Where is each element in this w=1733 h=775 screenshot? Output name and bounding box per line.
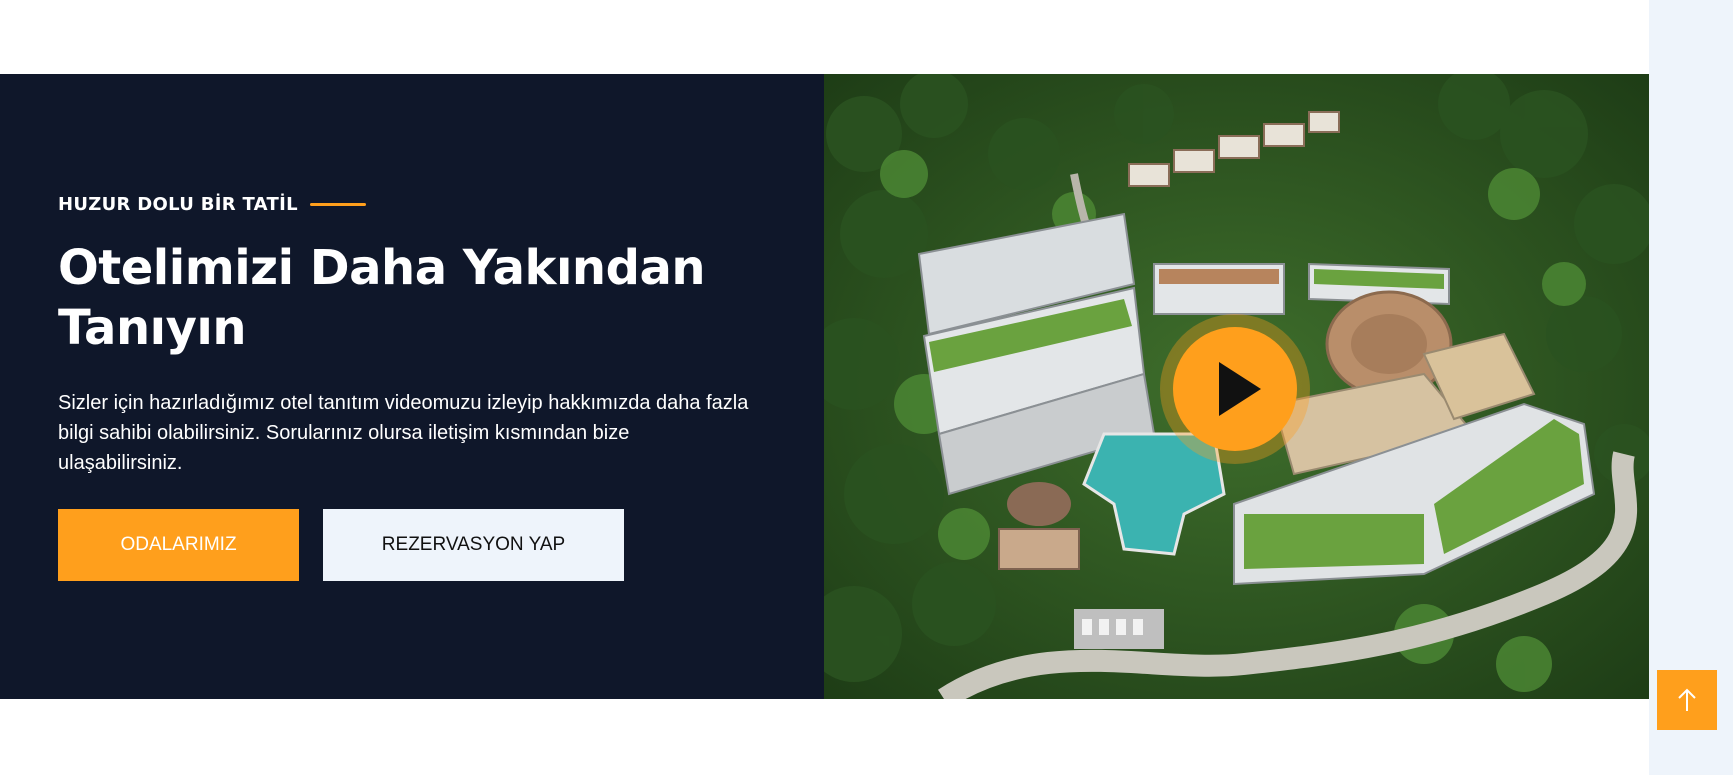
arrow-up-icon: [1678, 688, 1696, 711]
eyebrow-accent-line: [309, 203, 366, 206]
play-button-circle[interactable]: [1173, 327, 1297, 451]
reservation-button[interactable]: REZERVASYON YAP: [323, 509, 624, 581]
rooms-button[interactable]: ODALARIMIZ: [58, 509, 299, 581]
eyebrow-text: HUZUR DOLU BİR TATİL: [58, 194, 298, 215]
play-video-button[interactable]: [1160, 314, 1310, 464]
section-title: Otelimizi Daha Yakından Tanıyın: [58, 240, 706, 356]
eyebrow: HUZUR DOLU BİR TATİL: [58, 194, 366, 215]
right-sidebar-strip: [1649, 0, 1733, 775]
scroll-to-top-button[interactable]: [1657, 670, 1717, 730]
play-icon: [1219, 362, 1261, 416]
section-description: Sizler için hazırladığımız otel tanıtım …: [58, 392, 749, 474]
video-intro-section: HUZUR DOLU BİR TATİL Otelimizi Daha Yakı…: [0, 74, 1649, 699]
intro-text-panel: HUZUR DOLU BİR TATİL Otelimizi Daha Yakı…: [0, 74, 824, 699]
